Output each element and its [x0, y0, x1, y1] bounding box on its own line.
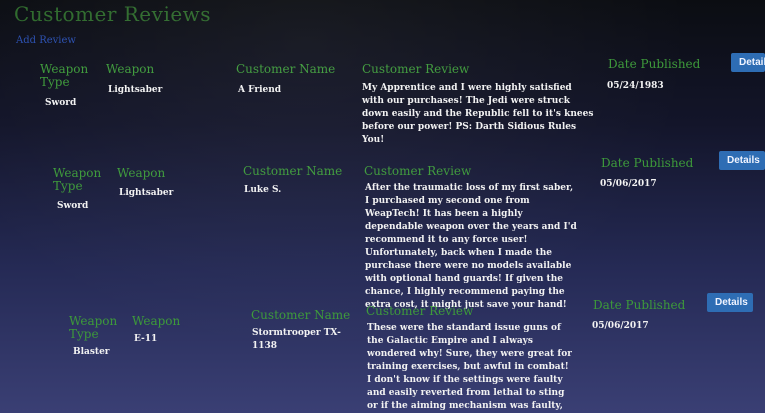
details-button[interactable]: Details: [707, 293, 753, 312]
customer-review-header: Customer Review: [366, 304, 474, 318]
customer-name-header: Customer Name: [251, 308, 351, 322]
weapon-value: E-11: [134, 334, 158, 344]
customer-name-value: Stormtrooper TX-1138: [252, 328, 341, 351]
weapon-header: Weapon: [132, 314, 181, 328]
weapon-type-header: Weapon Type: [69, 314, 118, 341]
review-card: Weapon Type Weapon Customer Name Custome…: [0, 0, 765, 413]
date-published-value: 05/06/2017: [592, 321, 649, 331]
customer-review-text: These were the standard issue guns of th…: [367, 323, 572, 411]
date-published-header: Date Published: [593, 298, 686, 312]
weapon-type-value: Blaster: [73, 347, 110, 357]
